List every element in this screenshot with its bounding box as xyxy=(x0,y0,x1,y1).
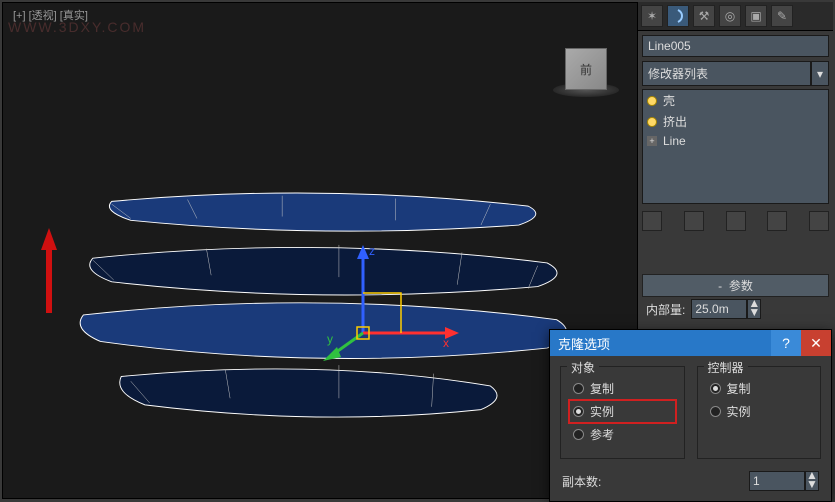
pin-stack-icon[interactable] xyxy=(642,211,662,231)
radio-ctrl-copy[interactable]: 复制 xyxy=(708,379,811,398)
radio-icon xyxy=(573,406,584,417)
stack-item[interactable]: +Line xyxy=(643,132,828,150)
group-controller-label: 控制器 xyxy=(704,359,748,376)
spinner-arrows-icon[interactable]: ▲▼ xyxy=(747,299,761,319)
plus-icon[interactable]: + xyxy=(647,136,657,146)
inner-amount-label: 内部量: xyxy=(646,301,685,318)
radio-copy[interactable]: 复制 xyxy=(571,379,674,398)
spinner-arrows-icon[interactable]: ▲▼ xyxy=(805,471,819,491)
stack-item[interactable]: 挤出 xyxy=(643,111,828,132)
chevron-down-icon[interactable]: ▾ xyxy=(811,61,829,86)
radio-reference[interactable]: 参考 xyxy=(571,425,674,444)
tab-hierarchy-icon[interactable]: ⚒ xyxy=(693,5,715,27)
dialog-titlebar[interactable]: 克隆选项 ? ✕ xyxy=(550,330,831,356)
rollout-parameters[interactable]: - 参数 xyxy=(642,274,829,297)
help-button[interactable]: ? xyxy=(771,330,801,356)
panel-tabs: ✶ ⚒ ◎ ▣ ✎ xyxy=(638,2,833,31)
object-name-field[interactable]: Line005 xyxy=(642,35,829,57)
radio-ctrl-instance[interactable]: 实例 xyxy=(708,402,811,421)
watermark: WWW.3DXY.COM xyxy=(8,19,146,35)
clone-options-dialog: 克隆选项 ? ✕ 对象 复制 实例 参考 控制器 复制 实例 副本数: ▲▼ xyxy=(549,329,832,502)
copies-input[interactable] xyxy=(749,471,805,491)
configure-sets-icon[interactable] xyxy=(809,211,829,231)
tab-create-icon[interactable]: ✶ xyxy=(641,5,663,27)
group-controller: 控制器 复制 实例 xyxy=(697,366,822,459)
inner-amount-input[interactable] xyxy=(691,299,747,319)
radio-icon xyxy=(710,406,721,417)
tab-motion-icon[interactable]: ◎ xyxy=(719,5,741,27)
show-end-result-icon[interactable] xyxy=(684,211,704,231)
modifier-list-dropdown[interactable]: 修改器列表 ▾ xyxy=(642,61,829,86)
copies-row: 副本数: ▲▼ xyxy=(550,469,831,501)
copies-label: 副本数: xyxy=(562,473,601,490)
group-object: 对象 复制 实例 参考 xyxy=(560,366,685,459)
model-geometry xyxy=(43,173,597,438)
group-object-label: 对象 xyxy=(567,359,599,376)
stack-item[interactable]: 壳 xyxy=(643,90,828,111)
lightbulb-icon[interactable] xyxy=(647,117,657,127)
radio-icon xyxy=(573,383,584,394)
param-inner-amount: 内部量: ▲▼ xyxy=(646,299,825,319)
tab-modify-icon[interactable] xyxy=(667,5,689,27)
lightbulb-icon[interactable] xyxy=(647,96,657,106)
radio-icon xyxy=(710,383,721,394)
modifier-stack[interactable]: 壳 挤出 +Line xyxy=(642,89,829,204)
dialog-title: 克隆选项 xyxy=(558,334,771,353)
inner-amount-spinner[interactable]: ▲▼ xyxy=(691,299,761,319)
viewcube[interactable]: 前 xyxy=(565,48,607,90)
tab-utilities-icon[interactable]: ✎ xyxy=(771,5,793,27)
copies-spinner[interactable]: ▲▼ xyxy=(749,471,819,491)
stack-toolbar xyxy=(642,208,829,234)
radio-instance[interactable]: 实例 xyxy=(571,402,674,421)
viewport-perspective[interactable]: [+] [透视] [真实] WWW.3DXY.COM 前 z x xyxy=(2,2,638,499)
remove-modifier-icon[interactable] xyxy=(767,211,787,231)
radio-icon xyxy=(573,429,584,440)
make-unique-icon[interactable] xyxy=(726,211,746,231)
close-button[interactable]: ✕ xyxy=(801,330,831,356)
tab-display-icon[interactable]: ▣ xyxy=(745,5,767,27)
